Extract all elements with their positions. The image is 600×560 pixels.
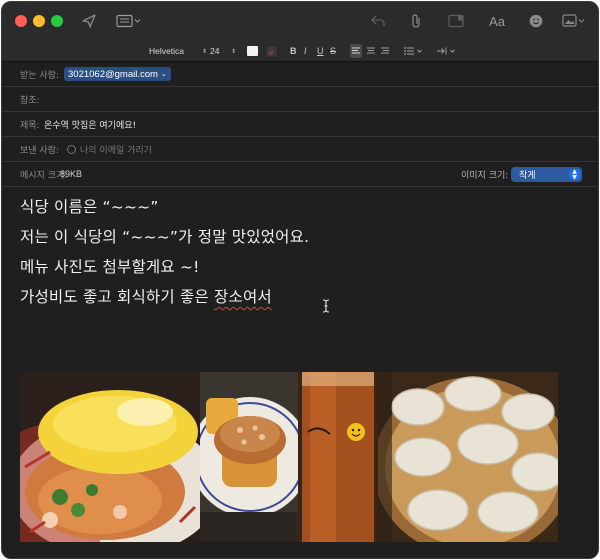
font-size-select[interactable]: 24 ⬍: [210, 44, 236, 58]
recipient-chip[interactable]: 3021062@gmail.com ⌄: [64, 67, 171, 81]
muffin-photo[interactable]: [200, 372, 298, 542]
cc-field[interactable]: 참조:: [2, 87, 598, 112]
bold-button[interactable]: B: [290, 44, 297, 58]
align-center-icon[interactable]: [365, 44, 377, 58]
text-color-swatch[interactable]: [247, 46, 258, 56]
emoji-icon[interactable]: [528, 12, 544, 30]
svg-text:a: a: [269, 47, 273, 56]
body-line: 식당 이름은 “~~~”: [20, 198, 159, 216]
indent-icon[interactable]: [436, 44, 458, 58]
close-window-button[interactable]: [15, 15, 27, 27]
font-family-select[interactable]: Helvetica ⬍: [149, 44, 207, 58]
omelette-pasta-photo[interactable]: [20, 372, 200, 542]
subject-field[interactable]: 제목: 온수역 맛집은 여기에요!: [2, 112, 598, 137]
reply-icon[interactable]: [369, 12, 387, 30]
to-label: 받는 사람:: [20, 70, 60, 81]
chevron-updown-icon: ▲ ▼: [569, 169, 580, 180]
to-field[interactable]: 받는 사람: 3021062@gmail.com ⌄: [2, 62, 598, 87]
format-bar: Helvetica ⬍ 24 ⬍ a B I U S: [2, 40, 598, 62]
attached-photos: [20, 372, 558, 542]
cc-label: 참조:: [20, 95, 40, 106]
misspelled-word[interactable]: 장소여서: [214, 288, 272, 306]
attach-icon[interactable]: [408, 12, 424, 30]
message-body[interactable]: 식당 이름은 “~~~” 저는 이 식당의 “~~~”가 정말 맛있었어요. 메…: [20, 192, 580, 312]
font-family-value: Helvetica: [149, 46, 184, 56]
body-line: 메뉴 사진도 첨부할게요 ~!: [20, 258, 200, 276]
body-line: 가성비도 좋고 회식하기 좋은 장소여서: [20, 282, 580, 312]
italic-button[interactable]: I: [304, 44, 307, 58]
font-size-value: 24: [210, 46, 220, 56]
minimize-window-button[interactable]: [33, 15, 45, 27]
from-field[interactable]: 보낸 사람: 나의 이메일 가리기: [2, 137, 598, 162]
subject-value: 온수역 맛집은 여기에요!: [44, 120, 137, 131]
align-left-icon[interactable]: [350, 44, 362, 58]
subject-label: 제목:: [20, 120, 40, 131]
image-size-value: 작게: [519, 171, 536, 181]
highlight-color-icon[interactable]: a: [266, 44, 277, 58]
recipient-address: 3021062@gmail.com: [68, 68, 158, 80]
photo-icon[interactable]: [561, 12, 587, 30]
image-size-label: 이미지 크기:: [461, 170, 509, 181]
image-size-select[interactable]: 작게 ▲ ▼: [511, 167, 582, 182]
chevron-updown-icon: ⬍: [230, 47, 236, 55]
underline-button[interactable]: U: [317, 44, 324, 58]
chevron-down-icon: ⌄: [160, 71, 167, 78]
body-line-text: 가성비도 좋고 회식하기 좋은: [20, 288, 215, 306]
align-right-icon[interactable]: [379, 44, 391, 58]
zoom-window-button[interactable]: [51, 15, 63, 27]
browser-icon[interactable]: [447, 12, 465, 30]
list-icon[interactable]: [403, 44, 425, 58]
beer-photo[interactable]: [298, 372, 378, 542]
message-size-value: 89KB: [60, 169, 83, 179]
format-icon[interactable]: Aa: [488, 12, 506, 30]
message-size-row: 메시지 크기: 89KB 이미지 크기: 작게 ▲ ▼: [2, 162, 598, 187]
mail-compose-window: Aa Helvetica ⬍ 24 ⬍ a B I U S 받는 사람: 302…: [1, 1, 599, 559]
from-label: 보낸 사람:: [20, 145, 60, 156]
from-placeholder: 나의 이메일 가리기: [80, 145, 152, 156]
body-line: 저는 이 식당의 “~~~”가 정말 맛있었어요.: [20, 228, 310, 246]
header-fields-icon[interactable]: [115, 12, 143, 30]
chevron-updown-icon: ⬍: [201, 47, 207, 55]
dumplings-photo[interactable]: [378, 372, 558, 542]
send-icon[interactable]: [80, 12, 98, 30]
toolbar: Aa: [2, 2, 598, 40]
hide-email-icon: [67, 144, 76, 154]
strikethrough-button[interactable]: S: [330, 44, 336, 58]
text-cursor-icon: [322, 298, 330, 313]
